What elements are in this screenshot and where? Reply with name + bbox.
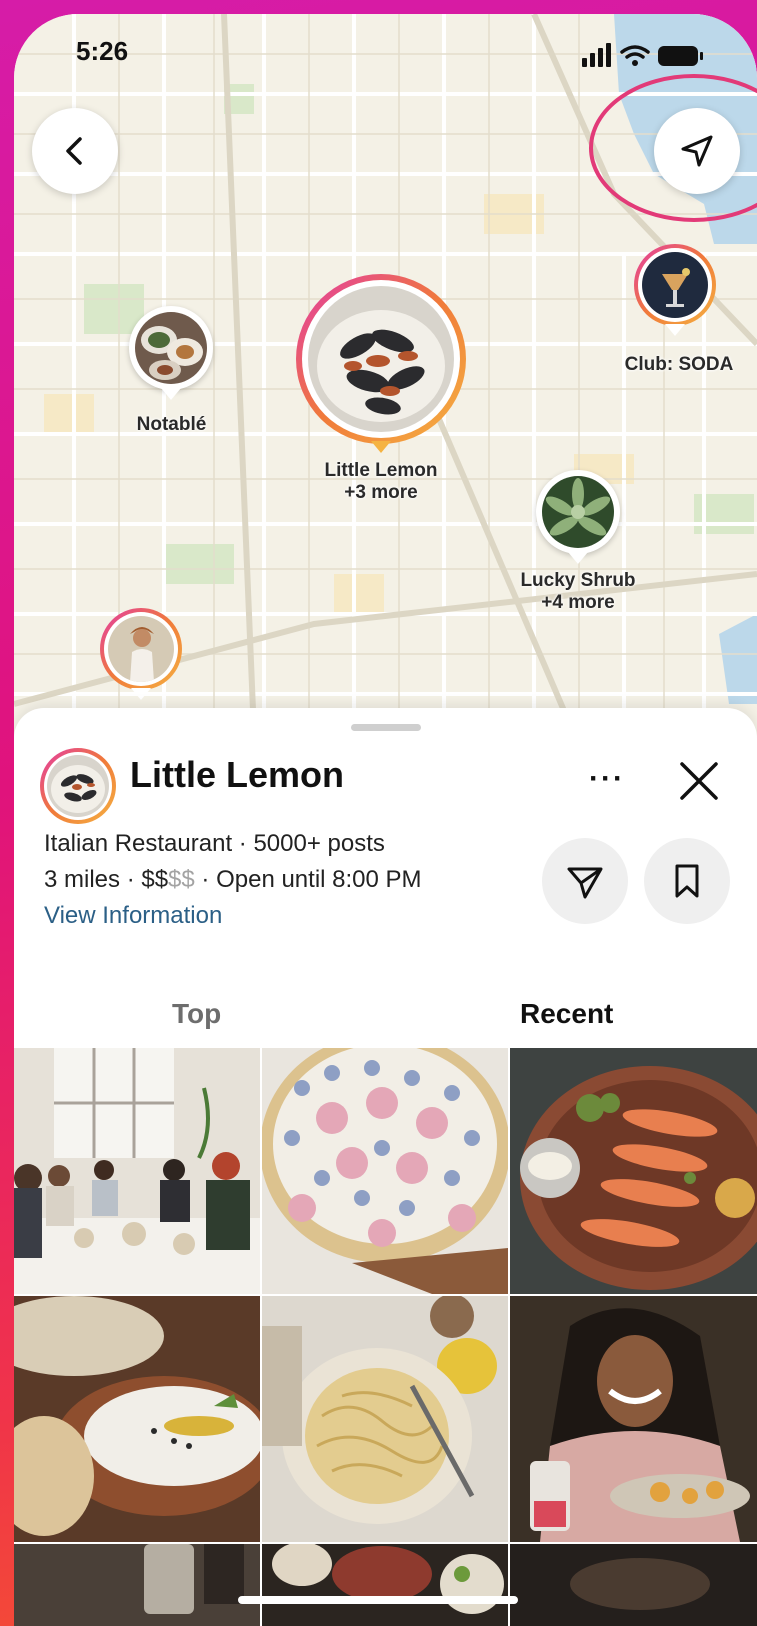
pin-label-little-lemon: Little Lemon +3 more [296,460,466,504]
status-time: 5:26 [76,36,129,66]
map-view[interactable]: 5:26 Notablé Little Lemon +3 more Club: … [14,14,757,734]
price-dim: $$ [168,866,195,893]
back-button[interactable] [32,108,118,194]
post-thumbnail[interactable] [262,1296,508,1542]
post-thumbnail[interactable] [510,1544,757,1626]
post-thumbnail[interactable] [14,1048,260,1294]
place-distance-price-hours: 3 miles · $$$$ · Open until 8:00 PM [44,866,422,894]
avatar-photo [47,755,109,817]
post-thumbnail[interactable] [14,1544,260,1626]
more-options-button[interactable]: ··· [582,762,632,802]
pin-label-sub: +4 more [541,592,615,613]
pin-photo [542,476,614,548]
send-arrow-icon [567,867,603,899]
pin-photo [308,286,454,432]
place-title: Little Lemon [130,754,344,795]
posts-grid [14,1048,757,1626]
post-thumbnail[interactable] [262,1544,508,1626]
navigation-arrow-icon [681,135,713,167]
bookmark-icon [675,864,699,898]
pin-photo [642,252,708,318]
post-thumbnail[interactable] [510,1048,757,1294]
tab-recent[interactable]: Recent [520,998,613,1030]
pin-label-lucky-shrub: Lucky Shrub +4 more [508,570,648,614]
place-category-posts: Italian Restaurant · 5000+ posts [44,830,385,857]
pin-label-title: Little Lemon [324,460,438,481]
directions-button[interactable] [542,838,628,924]
close-icon[interactable] [674,756,724,806]
save-button[interactable] [644,838,730,924]
distance-price: 3 miles · $$ [44,866,169,893]
sheet-grabber[interactable] [351,724,421,731]
status-icons [582,43,703,67]
pin-label-club-soda: Club: SODA [624,354,734,375]
place-detail-sheet: Little Lemon ··· Italian Restaurant · 50… [14,708,757,1626]
home-indicator[interactable] [238,1596,518,1604]
wifi-icon [620,45,650,59]
view-information-link[interactable]: View Information [44,902,222,930]
signal-icon [582,43,611,67]
pin-label-sub: +3 more [344,482,418,503]
pin-label-notable: Notablé [136,414,207,435]
battery-icon [658,46,703,66]
pin-label-title: Lucky Shrub [520,570,636,591]
phone-screen: 5:26 Notablé Little Lemon +3 more Club: … [14,14,757,1626]
back-icon [66,137,82,165]
post-thumbnail[interactable] [14,1296,260,1542]
tab-top[interactable]: Top [172,998,221,1030]
pin-photo [108,616,174,682]
post-thumbnail[interactable] [510,1296,757,1542]
pin-photo [135,312,207,384]
current-location-button[interactable] [654,108,740,194]
post-thumbnail[interactable] [262,1048,508,1294]
open-hours: · Open until 8:00 PM [194,866,422,893]
place-avatar[interactable] [40,748,116,824]
